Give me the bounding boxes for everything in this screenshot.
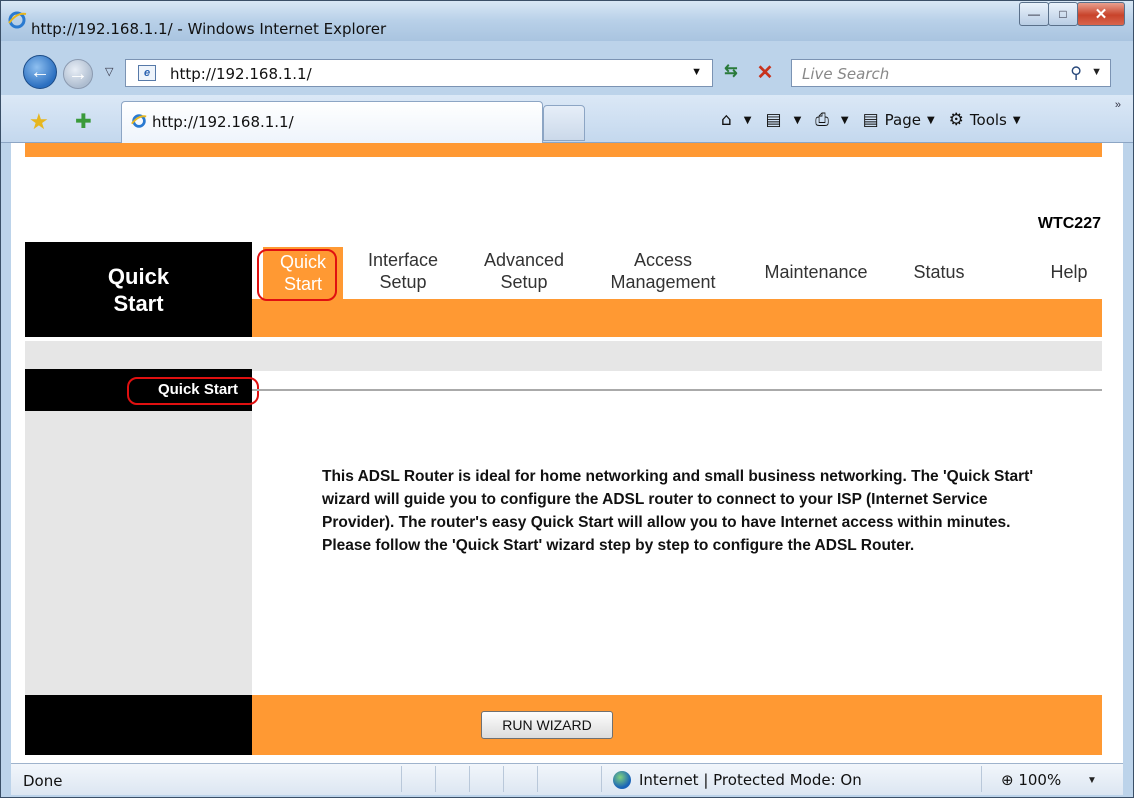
submenu-strip <box>25 341 1102 371</box>
zoom-dropdown-icon[interactable]: ▼ <box>1087 775 1097 786</box>
section-title-highlight <box>127 377 259 405</box>
tab-current[interactable]: http://192.168.1.1/ <box>121 101 543 143</box>
search-options-dropdown-icon[interactable]: ▼ <box>1091 66 1102 78</box>
minimize-button[interactable]: — <box>1019 2 1049 26</box>
new-tab-button[interactable] <box>543 105 585 141</box>
print-dropdown-icon[interactable]: ▼ <box>841 115 849 126</box>
search-box[interactable]: Live Search ⚲ ▼ <box>791 59 1111 87</box>
feeds-icon: ▤ <box>765 110 782 130</box>
menu-access-management-label: Access Management <box>610 250 716 292</box>
page-dropdown-icon: ▼ <box>926 114 935 126</box>
menu-interface-setup-label: Interface Setup <box>367 250 439 292</box>
sidebar-title: Quick Start <box>107 264 170 316</box>
window-controls: — □ ✕ <box>1019 2 1125 28</box>
quick-start-menu-highlight <box>257 249 337 301</box>
print-icon: ⎙ <box>815 110 829 130</box>
window-title: http://192.168.1.1/ - Windows Internet E… <box>31 20 387 38</box>
search-input[interactable]: Live Search <box>802 65 889 83</box>
status-text: Done <box>23 772 63 790</box>
globe-icon <box>613 771 631 789</box>
zoom-level[interactable]: ⊕ 100% <box>1001 771 1061 789</box>
header-accent-bar <box>25 143 1102 157</box>
status-divider <box>469 766 470 792</box>
menu-help-label: Help <box>1050 262 1088 282</box>
zoom-value: 100% <box>1018 771 1062 789</box>
gear-icon: ⚙ <box>948 110 964 130</box>
page-menu-button[interactable]: ▤ Page ▼ <box>863 110 935 130</box>
menu-help[interactable]: Help <box>1039 261 1099 283</box>
menu-advanced-setup[interactable]: Advanced Setup <box>469 249 579 293</box>
ie-logo-icon <box>8 11 27 29</box>
tab-title: http://192.168.1.1/ <box>152 113 294 131</box>
status-bar: Done Internet | Protected Mode: On ⊕ 100… <box>11 763 1123 795</box>
sidebar-panel <box>25 411 252 695</box>
model-name: WTC227 <box>1037 215 1101 232</box>
page-menu-label: Page <box>884 111 921 129</box>
menu-status[interactable]: Status <box>899 261 979 283</box>
back-button[interactable]: ← <box>23 55 57 89</box>
address-url[interactable]: http://192.168.1.1/ <box>170 65 312 83</box>
tools-dropdown-icon: ▼ <box>1012 114 1021 126</box>
browser-window: http://192.168.1.1/ - Windows Internet E… <box>0 0 1134 798</box>
search-icon[interactable]: ⚲ <box>1070 63 1082 83</box>
menu-maintenance-label: Maintenance <box>764 262 868 282</box>
home-dropdown-icon[interactable]: ▼ <box>744 115 752 126</box>
menu-status-label: Status <box>913 262 965 282</box>
feeds-button[interactable]: ▤ ▼ <box>766 110 802 130</box>
favorites-center-icon[interactable]: ★ <box>29 109 49 135</box>
feeds-dropdown-icon[interactable]: ▼ <box>794 115 802 126</box>
address-dropdown-icon[interactable]: ▼ <box>691 66 702 78</box>
footer-left <box>25 695 252 755</box>
menu-advanced-setup-label: Advanced Setup <box>483 250 565 292</box>
close-button[interactable]: ✕ <box>1077 2 1125 26</box>
stop-icon[interactable]: ✕ <box>753 60 777 84</box>
status-divider <box>601 766 602 792</box>
security-zone[interactable]: Internet | Protected Mode: On <box>613 771 862 789</box>
run-wizard-button[interactable]: RUN WIZARD <box>481 711 613 739</box>
forward-button[interactable]: → <box>63 59 93 89</box>
security-zone-label: Internet | Protected Mode: On <box>639 771 862 789</box>
menu-maintenance[interactable]: Maintenance <box>751 261 881 283</box>
status-divider <box>537 766 538 792</box>
page-content: WTC227 Quick Start Quick Start Interface… <box>11 143 1123 763</box>
footer-bar <box>252 695 1102 755</box>
recent-pages-dropdown-icon[interactable]: ▽ <box>105 65 113 78</box>
menu-interface-setup[interactable]: Interface Setup <box>353 249 453 293</box>
toolbar-overflow-icon[interactable]: » <box>1115 99 1121 111</box>
tools-menu-button[interactable]: ⚙ Tools ▼ <box>949 110 1021 130</box>
home-button[interactable]: ⌂ ▼ <box>721 110 752 130</box>
title-bar: http://192.168.1.1/ - Windows Internet E… <box>1 1 1133 41</box>
page-menu-icon: ▤ <box>862 110 879 130</box>
section-divider <box>252 389 1102 391</box>
maximize-button[interactable]: □ <box>1048 2 1078 26</box>
status-divider <box>981 766 982 792</box>
print-button[interactable]: ⎙ ▼ <box>815 110 848 130</box>
ie-page-icon <box>131 114 147 128</box>
status-divider <box>401 766 402 792</box>
tools-menu-label: Tools <box>969 111 1007 129</box>
page-icon: e <box>138 65 156 81</box>
add-favorites-icon[interactable]: ✚ <box>75 109 92 134</box>
quick-start-description: This ADSL Router is ideal for home netwo… <box>322 468 1034 554</box>
command-bar: ⌂ ▼ ▤ ▼ ⎙ ▼ ▤ Page ▼ ⚙ Tools ▼ <box>721 107 1035 133</box>
status-divider <box>503 766 504 792</box>
status-divider <box>435 766 436 792</box>
refresh-icon[interactable]: ⇆ <box>719 61 743 85</box>
menu-underbar <box>252 299 1102 337</box>
address-bar[interactable]: e http://192.168.1.1/ ▼ <box>125 59 713 87</box>
home-icon: ⌂ <box>721 110 732 130</box>
menu-access-management[interactable]: Access Management <box>594 249 732 293</box>
